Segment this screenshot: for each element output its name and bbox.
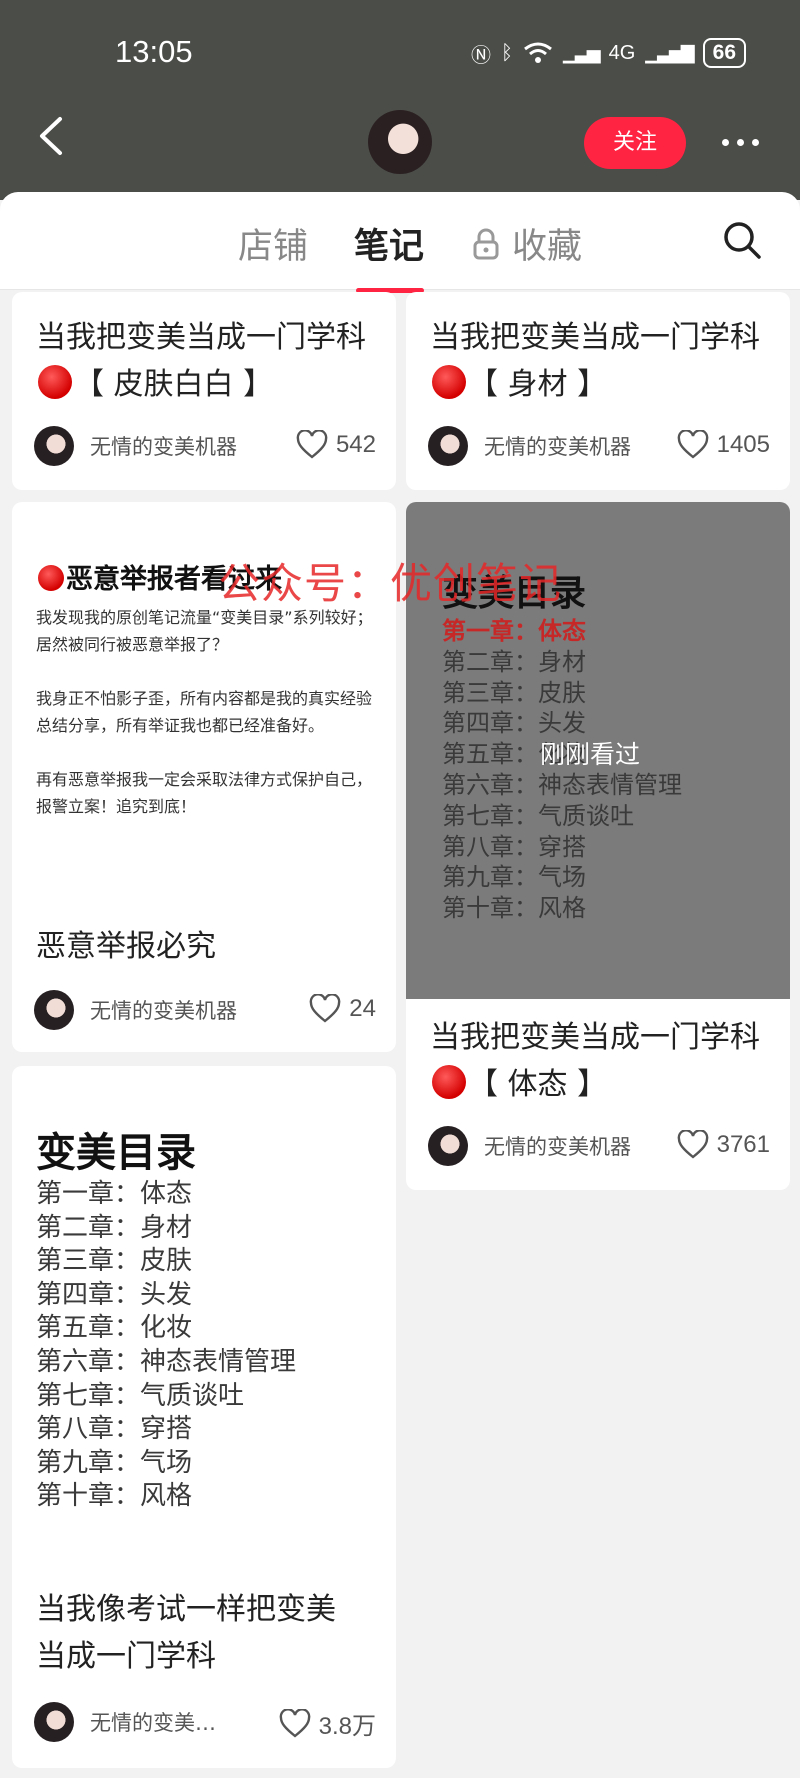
- like-button[interactable]: 1405: [677, 430, 770, 460]
- heart-icon: [309, 994, 341, 1023]
- wifi-icon: [524, 42, 552, 63]
- status-time: 13:05: [115, 34, 193, 69]
- note-author[interactable]: 无情的变美机器: [428, 426, 631, 466]
- cover-title: 变美目录: [36, 1130, 196, 1176]
- catalog-item: 第二章：身材: [36, 1212, 193, 1243]
- status-icons: Ⓝ ᛒ ▁▃▅ 4G ▁▃▅▇ 66: [471, 38, 746, 68]
- catalog-item: 第九章：气场: [36, 1447, 193, 1478]
- author-avatar: [428, 1126, 468, 1166]
- red-dot-icon: [432, 365, 466, 399]
- catalog-item: 第三章：皮肤: [36, 1246, 193, 1277]
- nfc-icon: Ⓝ: [471, 44, 492, 67]
- like-count: 3.8万: [318, 1713, 376, 1740]
- like-count: 1405: [716, 431, 770, 458]
- like-button[interactable]: 542: [296, 430, 376, 460]
- catalog-item: 第一章：体态: [442, 617, 586, 645]
- cover-paragraph: 我身正不怕影子歪，所有内容都是我的真实经验总结分享，所有举证我也都已经准备好。: [36, 689, 373, 735]
- catalog-item: 第八章：穿搭: [36, 1414, 193, 1445]
- cover-paragraph: 再有恶意举报我一定会采取法律方式保护自己，报警立案！追究到底！: [36, 770, 373, 816]
- red-dot-icon: [38, 365, 72, 399]
- catalog-item: 第八章：穿搭: [442, 832, 586, 861]
- note-card[interactable]: 当我把变美当成一门学科【 身材 】 无情的变美机器 1405: [406, 292, 790, 490]
- note-title: 恶意举报必究: [36, 929, 216, 964]
- red-dot-icon: [432, 1065, 466, 1099]
- tab-shop[interactable]: 店铺: [238, 218, 308, 269]
- catalog-item: 第六章：神态表情管理: [36, 1346, 297, 1377]
- note-title: 当我把变美当成一门学科【 皮肤白白 】: [36, 320, 366, 402]
- signal-icon-2: ▁▃▅▇: [645, 42, 694, 63]
- red-dot-icon: [38, 565, 64, 591]
- network-type: 4G: [608, 41, 636, 64]
- signal-icon: ▁▃▅: [563, 42, 601, 63]
- catalog-item: 第九章：气场: [442, 863, 586, 892]
- battery-level: 66: [702, 38, 746, 68]
- cover-paragraph: 我发现我的原创笔记流量“变美目录”系列较好；居然被同行被恶意举报了？: [36, 608, 373, 654]
- catalog-item: 第一章：体态: [36, 1179, 193, 1209]
- bluetooth-icon: ᛒ: [501, 41, 514, 64]
- note-card[interactable]: 变美目录 第一章：体态 第二章：身材 第三章：皮肤 第四章：头发 第五章：化妆 …: [12, 1066, 396, 1768]
- tab-notes[interactable]: 笔记: [354, 218, 425, 293]
- more-options-icon[interactable]: [718, 128, 762, 156]
- back-icon[interactable]: [36, 116, 66, 156]
- heart-icon: [677, 430, 708, 459]
- catalog-item: 第十章：风格: [442, 894, 586, 923]
- catalog-item: 第六章：神态表情管理: [442, 770, 682, 799]
- heart-icon: [279, 1708, 310, 1738]
- tab-collect-label: 收藏: [512, 227, 583, 267]
- catalog-item: 第四章：头发: [36, 1279, 193, 1310]
- like-count: 542: [335, 431, 376, 458]
- author-avatar: [34, 426, 74, 466]
- catalog-item: 第十章：风格: [36, 1481, 193, 1512]
- author-avatar: [34, 990, 74, 1030]
- watermark-text: 公众号：优创笔记: [218, 559, 563, 608]
- catalog-item: 第三章：皮肤: [442, 678, 586, 707]
- like-count: 3761: [716, 1131, 770, 1158]
- note-title: 当我把变美当成一门学科【 身材 】: [430, 320, 760, 402]
- note-title: 当我把变美当成一门学科【 体态 】: [430, 1020, 760, 1102]
- note-title: 当我像考试一样把变美当成一门学科: [36, 1592, 336, 1674]
- author-avatar: [428, 426, 468, 466]
- heart-icon: [296, 430, 328, 459]
- lock-icon: [473, 228, 499, 259]
- heart-icon: [677, 1130, 708, 1159]
- note-author[interactable]: 无情的变美机器: [428, 1126, 631, 1166]
- catalog-item: 第五章：化妆: [36, 1313, 193, 1344]
- like-count: 24: [349, 995, 376, 1022]
- tab-collect[interactable]: 收藏: [472, 218, 582, 269]
- note-author[interactable]: 无情的变美机器: [34, 426, 237, 466]
- note-author[interactable]: 无情的变美机器: [34, 990, 237, 1030]
- tab-bar: 店铺 笔记 收藏: [0, 192, 800, 293]
- follow-button[interactable]: 关注: [584, 117, 686, 169]
- catalog-item: 第二章：身材: [442, 647, 586, 676]
- note-cover-text: 我发现我的原创笔记流量“变美目录”系列较好；居然被同行被恶意举报了？ 我身正不怕…: [36, 604, 376, 847]
- like-button[interactable]: 24: [309, 994, 376, 1024]
- catalog-item: 第七章：气质谈吐: [442, 801, 634, 830]
- catalog-item: 第七章：气质谈吐: [36, 1380, 245, 1411]
- search-icon[interactable]: [722, 220, 762, 260]
- note-card[interactable]: 当我把变美当成一门学科【 皮肤白白 】 无情的变美机器 542: [12, 292, 396, 490]
- author-avatar: [34, 1702, 74, 1742]
- cover-catalog: 第一章：体态 第二章：身材 第三章：皮肤 第四章：头发 第五章：化妆 第六章：神…: [36, 1178, 296, 1514]
- like-button[interactable]: 3761: [677, 1130, 770, 1160]
- recently-viewed-badge: 刚刚看过: [540, 740, 641, 769]
- profile-avatar[interactable]: [368, 110, 432, 174]
- note-author[interactable]: 无情的变美…: [34, 1702, 216, 1742]
- like-button[interactable]: 3.8万: [279, 1706, 376, 1741]
